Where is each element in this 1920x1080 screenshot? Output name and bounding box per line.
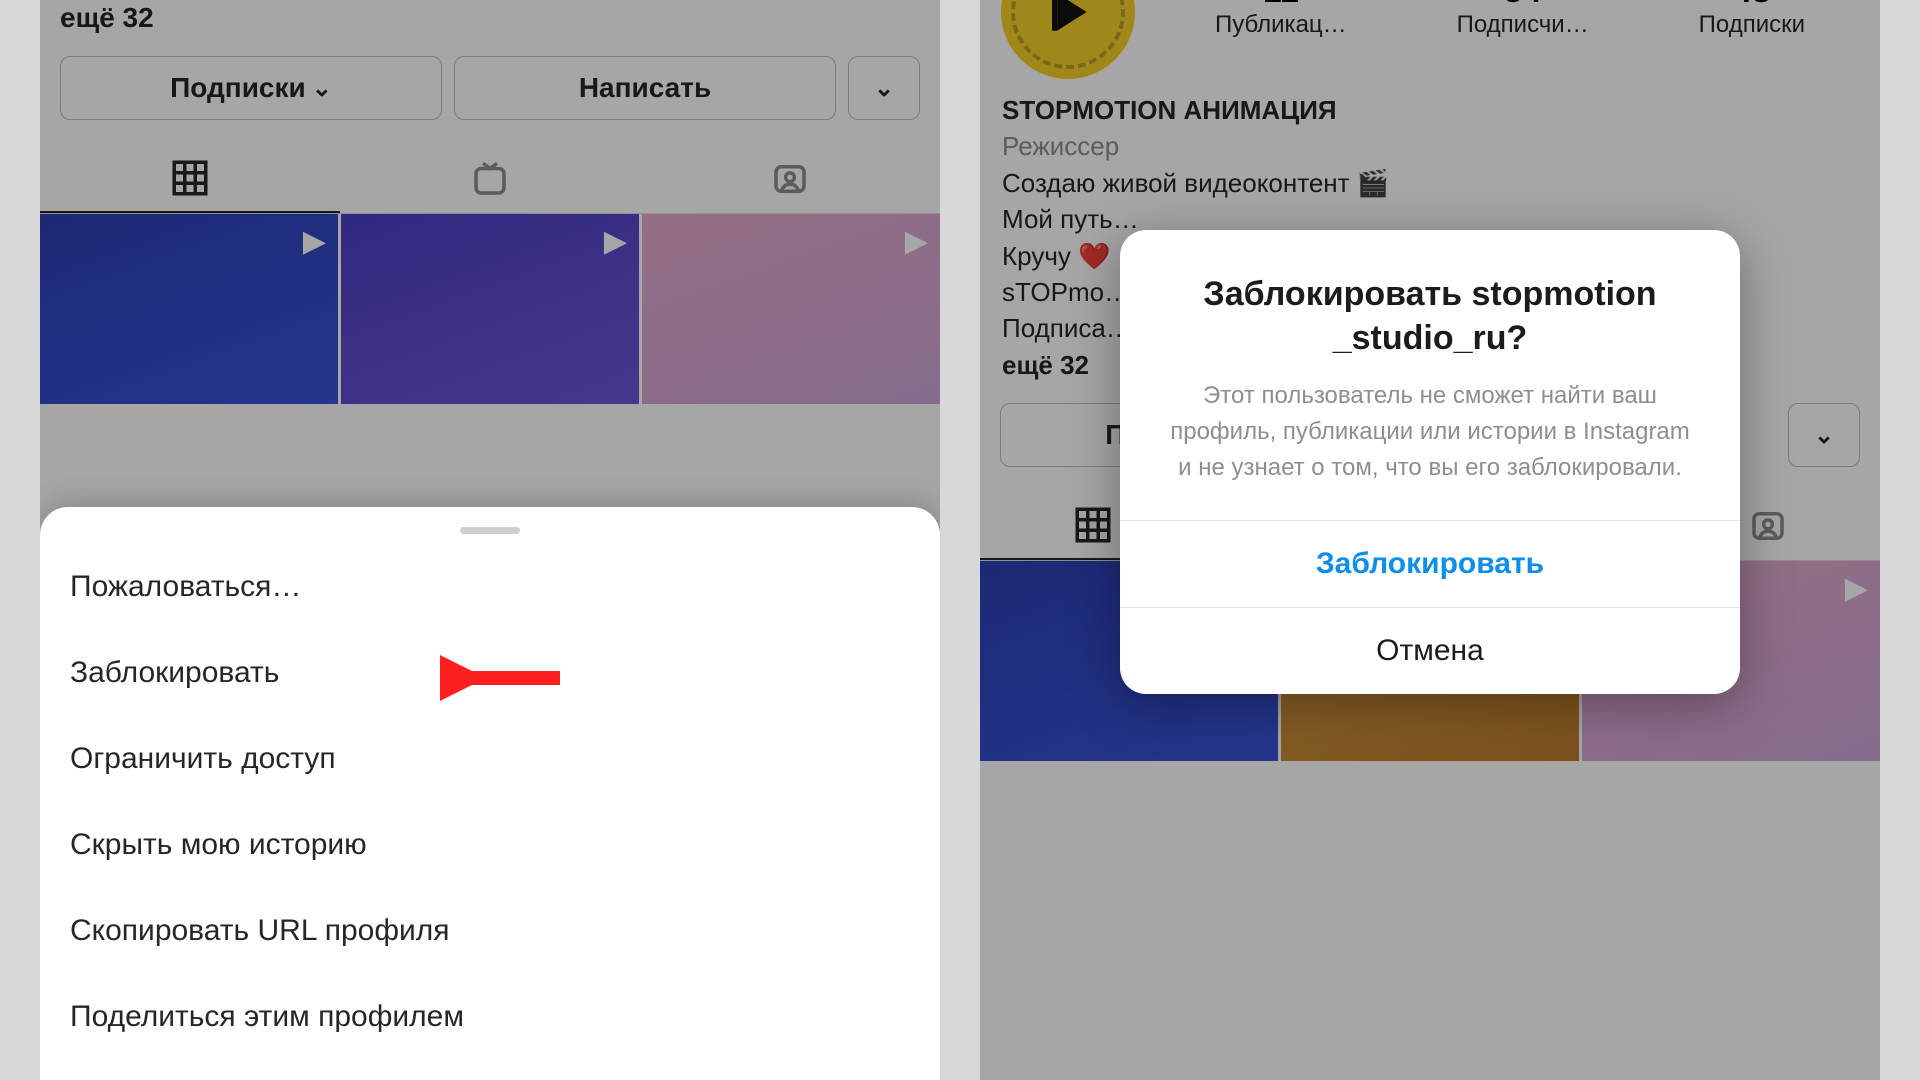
sheet-item-label: Скрыть мою историю	[70, 828, 367, 862]
sheet-item-share[interactable]: Поделиться этим профилем	[40, 974, 940, 1060]
sheet-grip[interactable]	[460, 527, 520, 534]
block-confirm-dialog: Заблокировать stopmotion _studio_ru? Это…	[1120, 230, 1740, 694]
dialog-button-label: Отмена	[1376, 634, 1484, 667]
dialog-cancel-button[interactable]: Отмена	[1120, 607, 1740, 694]
screenshot-right: 11 Публикац… 54 Подписчи… 48 Подписки ST…	[980, 0, 1880, 1080]
sheet-item-restrict[interactable]: Ограничить доступ	[40, 716, 940, 802]
sheet-item-label: Скопировать URL профиля	[70, 914, 450, 948]
sheet-item-label: Ограничить доступ	[70, 742, 336, 776]
sheet-item-copyurl[interactable]: Скопировать URL профиля	[40, 888, 940, 974]
sheet-item-hidestory[interactable]: Скрыть мою историю	[40, 802, 940, 888]
dialog-body: Этот пользователь не сможет найти ваш пр…	[1120, 378, 1740, 520]
sheet-item-label: Поделиться этим профилем	[70, 1000, 464, 1034]
screenshot-left: ещё 32 Подписки ⌄ Написать ⌄ ▶ ▶ ▶ Пожал…	[40, 0, 940, 1080]
sheet-item-label: Заблокировать	[70, 656, 279, 690]
sheet-item-report[interactable]: Пожаловаться…	[40, 544, 940, 630]
dialog-block-button[interactable]: Заблокировать	[1120, 520, 1740, 607]
action-sheet: Пожаловаться… Заблокировать Ограничить д…	[40, 507, 940, 1080]
dialog-title: Заблокировать stopmotion _studio_ru?	[1120, 230, 1740, 378]
dialog-button-label: Заблокировать	[1316, 547, 1544, 580]
sheet-item-label: Пожаловаться…	[70, 570, 301, 604]
sheet-item-block[interactable]: Заблокировать	[40, 630, 940, 716]
